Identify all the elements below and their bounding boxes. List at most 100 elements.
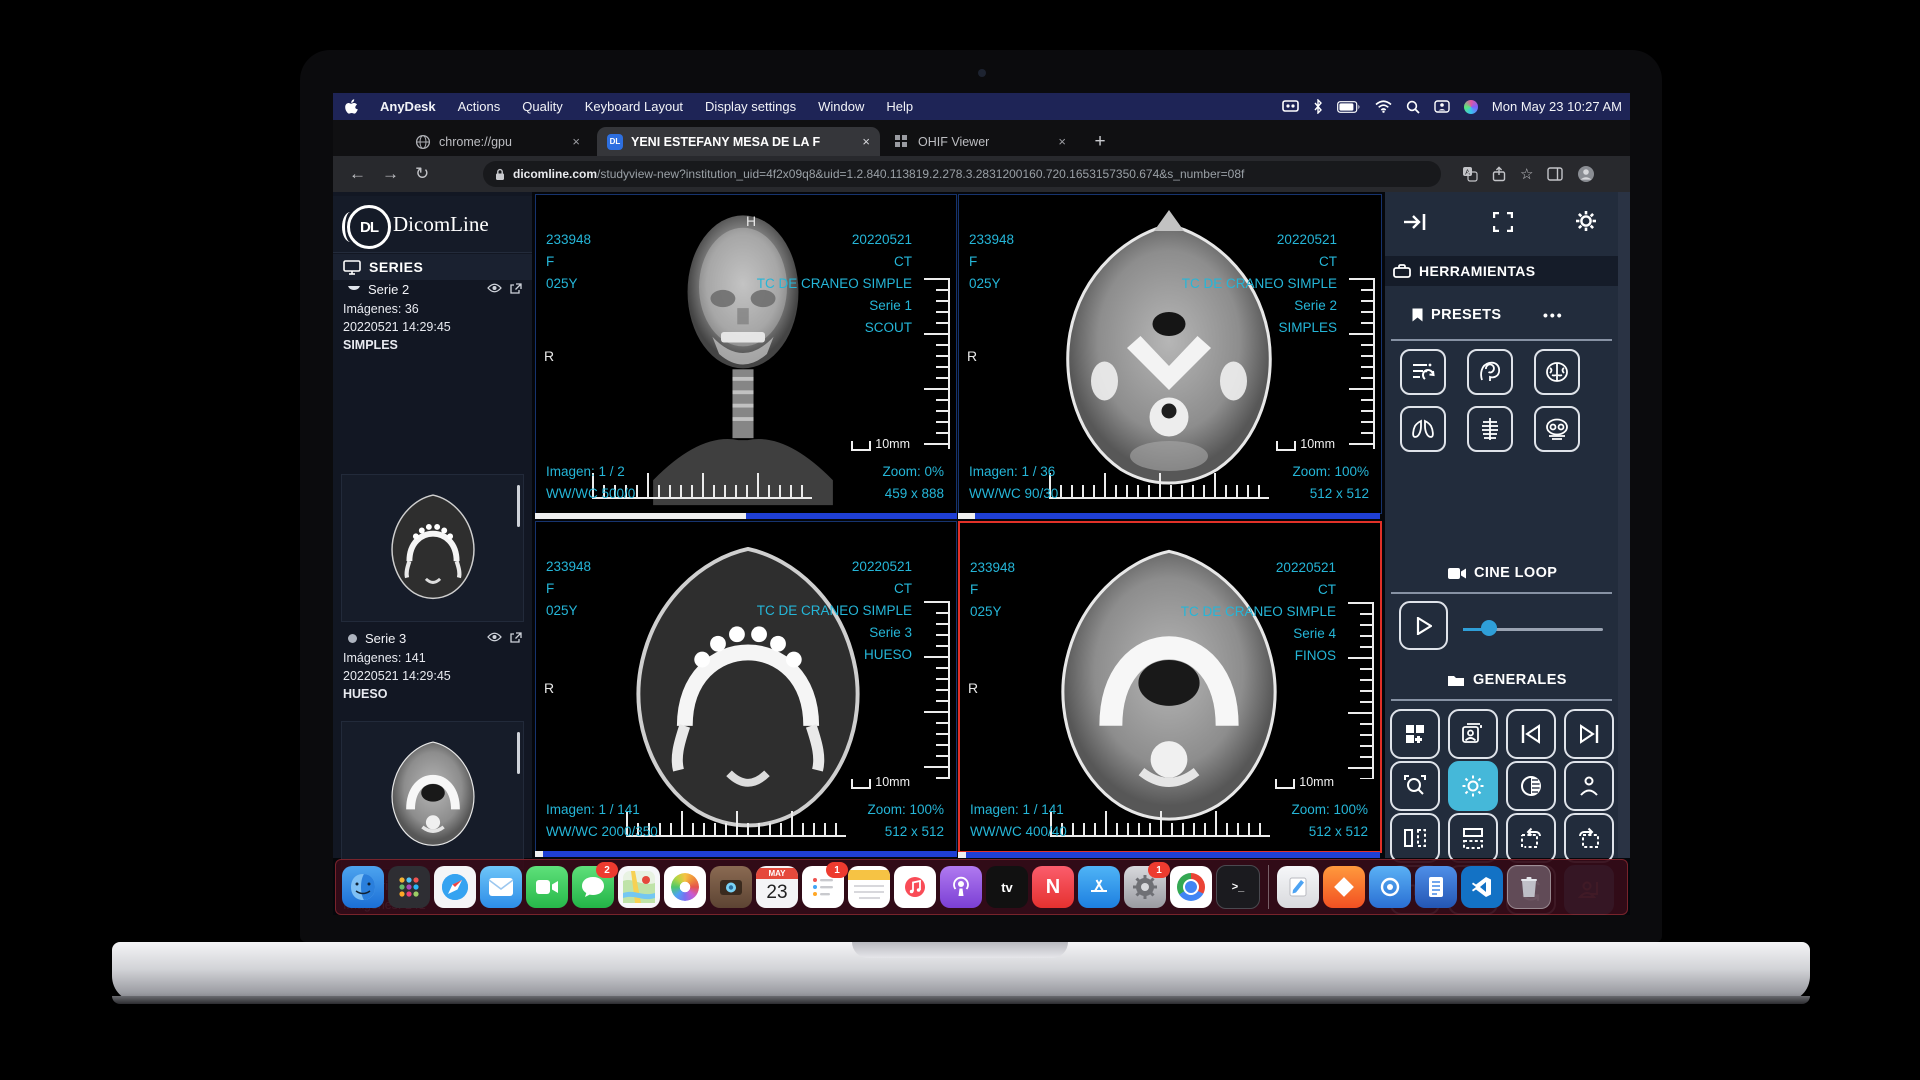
presets-more-button[interactable]: •••	[1543, 307, 1564, 323]
apple-menu-icon[interactable]	[344, 99, 358, 115]
preset-head-button[interactable]	[1467, 349, 1513, 395]
rotate-right-button[interactable]	[1564, 813, 1614, 863]
menu-display-settings[interactable]: Display settings	[705, 99, 796, 114]
battery-icon[interactable]	[1337, 101, 1361, 113]
address-bar[interactable]: dicomline.com/studyview-new?institution_…	[483, 161, 1441, 187]
system-preferences-icon[interactable]: 1	[1124, 866, 1166, 908]
anydesk-tray-icon[interactable]	[1282, 100, 1299, 113]
bluetooth-icon[interactable]	[1313, 99, 1323, 114]
series-thumbnail[interactable]	[341, 721, 524, 869]
series-stack-button[interactable]	[1448, 709, 1498, 759]
rotate-left-button[interactable]	[1506, 813, 1556, 863]
new-tab-button[interactable]: +	[1085, 127, 1115, 156]
viewport-serie-2[interactable]: 233948F025Y 20220521CT TC DE CRANEO SIMP…	[958, 194, 1382, 514]
notes-icon[interactable]	[848, 866, 890, 908]
translate-icon[interactable]: A	[1462, 166, 1478, 182]
menu-help[interactable]: Help	[886, 99, 913, 114]
wifi-icon[interactable]	[1375, 100, 1392, 113]
vscode-icon[interactable]	[1461, 866, 1503, 908]
profile-avatar[interactable]	[1577, 165, 1595, 183]
photo-booth-icon[interactable]	[710, 866, 752, 908]
preset-custom-wwwl-button[interactable]	[1400, 349, 1446, 395]
export-icon[interactable]	[509, 632, 522, 644]
tab-chrome-gpu[interactable]: chrome://gpu ×	[405, 127, 590, 156]
forward-button[interactable]: →	[382, 164, 399, 184]
back-button[interactable]: ←	[349, 164, 366, 184]
preset-spine-button[interactable]	[1467, 406, 1513, 452]
podcasts-icon[interactable]	[940, 866, 982, 908]
safari-icon[interactable]	[434, 866, 476, 908]
cine-play-button[interactable]	[1399, 601, 1448, 650]
viewport-serie-4-active[interactable]: 233948F025Y 20220521CT TC DE CRANEO SIMP…	[958, 521, 1382, 853]
trash-icon[interactable]	[1507, 865, 1551, 909]
invert-contrast-button[interactable]	[1506, 761, 1556, 811]
orange-app-icon[interactable]	[1323, 866, 1365, 908]
fullscreen-icon[interactable]	[1493, 212, 1513, 232]
bookmark-star-icon[interactable]: ☆	[1520, 165, 1533, 183]
series-panel-header[interactable]: SERIES	[333, 254, 532, 280]
menu-clock[interactable]: Mon May 23 10:27 AM	[1492, 99, 1622, 114]
tab-close-icon[interactable]: ×	[862, 134, 870, 149]
series-item[interactable]: Serie 2 Imágenes: 36 20220521 14:29:45 S…	[333, 280, 532, 352]
gear-icon[interactable]	[1575, 210, 1597, 232]
spotlight-icon[interactable]	[1406, 100, 1420, 114]
news-icon[interactable]: N	[1032, 866, 1074, 908]
music-icon[interactable]	[894, 866, 936, 908]
menu-quality[interactable]: Quality	[522, 99, 562, 114]
maps-icon[interactable]	[618, 866, 660, 908]
terminal-icon[interactable]: >_	[1216, 865, 1260, 909]
siri-icon[interactable]	[1464, 100, 1478, 114]
menu-keyboard-layout[interactable]: Keyboard Layout	[585, 99, 683, 114]
documents-app-icon[interactable]	[1415, 866, 1457, 908]
vertical-ruler	[1349, 278, 1375, 450]
viewport-serie-3[interactable]: 233948F025Y 20220521CT TC DE CRANEO SIMP…	[535, 521, 957, 852]
tab-ohif-viewer[interactable]: OHIF Viewer ×	[884, 127, 1076, 156]
viewport-serie-1[interactable]: 233948F025Y 20220521CT TC DE CRANEO SIMP…	[535, 194, 957, 514]
thumbnail-scrollbar[interactable]	[517, 732, 520, 774]
menu-actions[interactable]: Actions	[458, 99, 501, 114]
first-image-button[interactable]	[1506, 709, 1556, 759]
preset-lungs-button[interactable]	[1400, 406, 1446, 452]
side-panel-icon[interactable]	[1547, 167, 1563, 181]
messages-icon[interactable]: 2	[572, 866, 614, 908]
facetime-icon[interactable]	[526, 866, 568, 908]
chrome-icon[interactable]	[1170, 866, 1212, 908]
fast-user-switch-icon[interactable]	[1434, 100, 1450, 113]
app-store-icon[interactable]	[1078, 866, 1120, 908]
series-item[interactable]: Serie 3 Imágenes: 141 20220521 14:29:45 …	[333, 629, 532, 701]
reminders-icon[interactable]: 1	[802, 866, 844, 908]
tab-close-icon[interactable]: ×	[1058, 134, 1066, 149]
export-icon[interactable]	[509, 283, 522, 295]
calendar-icon[interactable]: MAY23	[756, 866, 798, 908]
eye-icon[interactable]	[487, 283, 502, 295]
tools-scrollbar[interactable]	[1618, 192, 1630, 858]
thumbnail-scrollbar[interactable]	[517, 485, 520, 527]
finder-icon[interactable]	[342, 866, 384, 908]
preset-brain-button[interactable]	[1534, 349, 1580, 395]
eye-icon[interactable]	[487, 632, 502, 644]
cine-slider-knob[interactable]	[1481, 620, 1497, 636]
blue-app-icon[interactable]	[1369, 866, 1411, 908]
reload-button[interactable]: ↻	[415, 164, 429, 184]
brightness-wwwl-button-active[interactable]	[1448, 761, 1498, 811]
menu-app-name[interactable]: AnyDesk	[380, 99, 436, 114]
flip-vertical-button[interactable]	[1448, 813, 1498, 863]
apple-tv-icon[interactable]: tv	[986, 866, 1028, 908]
herramientas-header[interactable]: HERRAMIENTAS	[1385, 256, 1618, 286]
patient-orientation-button[interactable]	[1564, 761, 1614, 811]
share-icon[interactable]	[1492, 166, 1506, 182]
last-image-button[interactable]	[1564, 709, 1614, 759]
flip-horizontal-button[interactable]	[1390, 813, 1440, 863]
launchpad-icon[interactable]	[388, 866, 430, 908]
fit-to-screen-button[interactable]	[1390, 761, 1440, 811]
menu-window[interactable]: Window	[818, 99, 864, 114]
mail-icon[interactable]	[480, 866, 522, 908]
series-thumbnail[interactable]	[341, 474, 524, 622]
tab-close-icon[interactable]: ×	[572, 134, 580, 149]
collapse-panel-icon[interactable]	[1403, 212, 1427, 232]
layout-grid-button[interactable]	[1390, 709, 1440, 759]
tab-dicomline-study[interactable]: DL YENI ESTEFANY MESA DE LA F ×	[597, 127, 880, 156]
preset-sinus-button[interactable]	[1534, 406, 1580, 452]
editor-app-icon[interactable]	[1277, 866, 1319, 908]
photos-icon[interactable]	[664, 866, 706, 908]
